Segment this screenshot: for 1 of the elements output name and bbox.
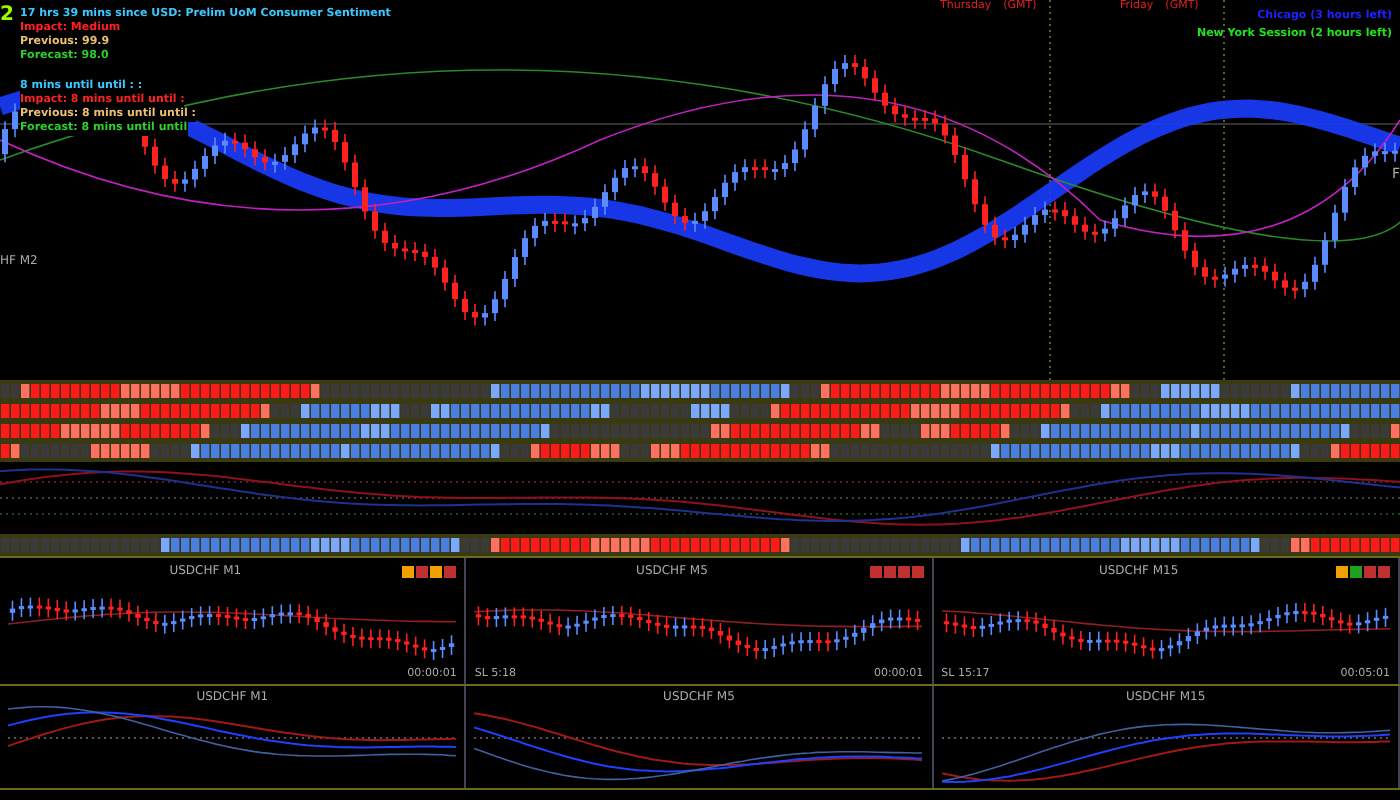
period-label: 2: [0, 4, 14, 26]
